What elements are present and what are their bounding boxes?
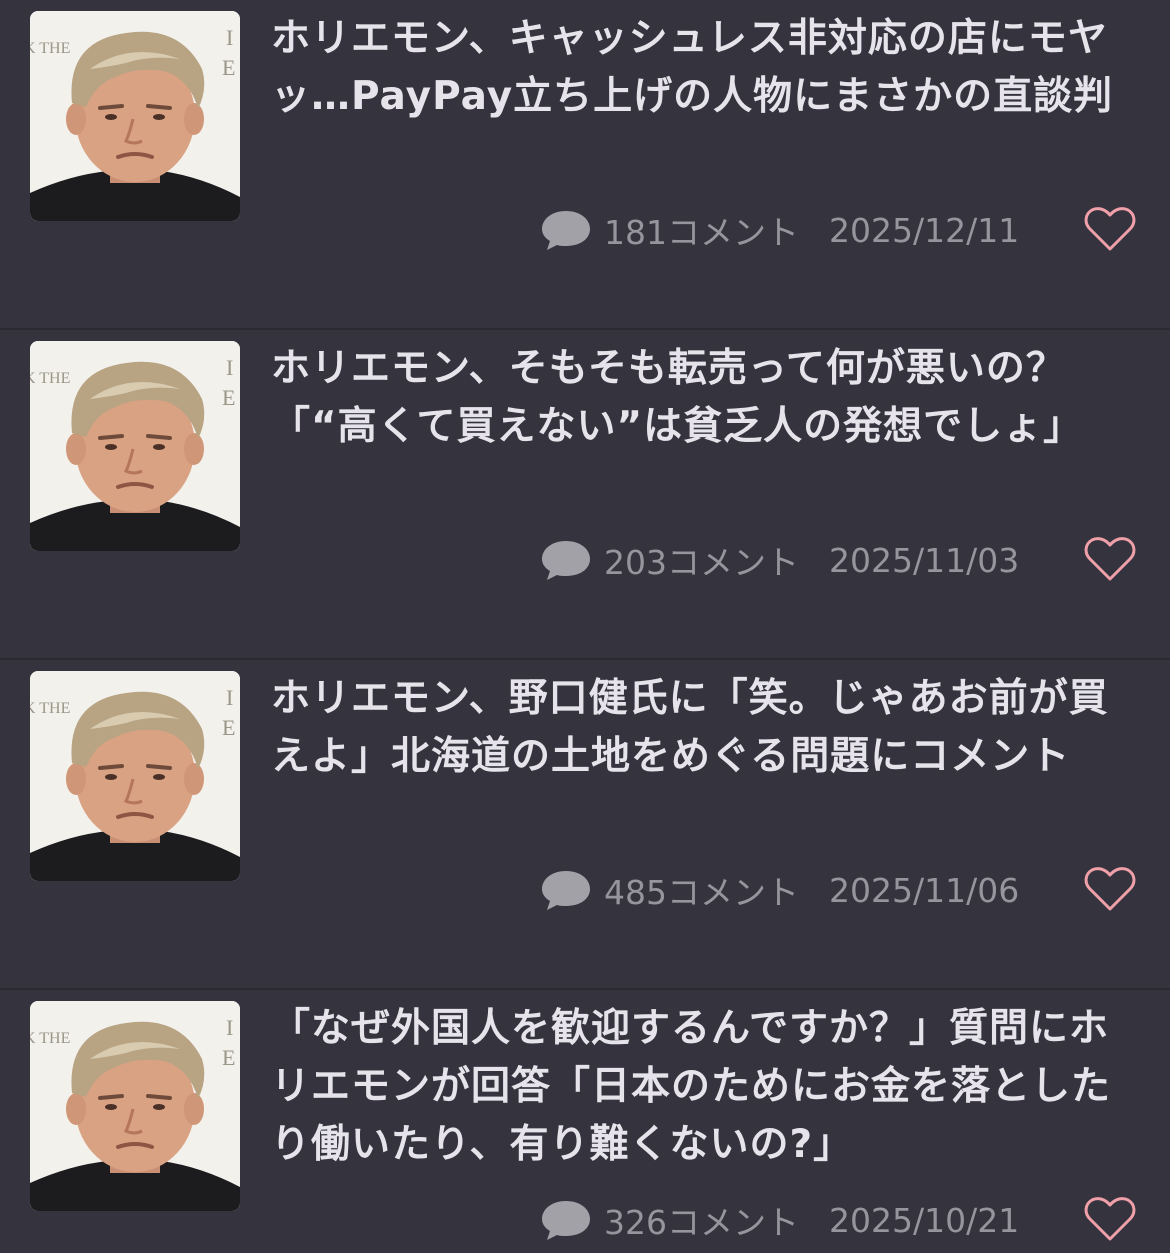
article-title[interactable]: ホリエモン、そもそも転売って何が悪いの？「“高くて買えない”は貧乏人の発想でしょ… (271, 340, 1141, 456)
article-item[interactable]: K THE I E ホリエモン、野口健氏に「笑。じゃあお前が買えよ」北海道の土地… (0, 660, 1170, 990)
heart-outline-icon[interactable] (1084, 1196, 1136, 1242)
article-title[interactable]: ホリエモン、キャッシュレス非対応の店にモヤッ…PayPay立ち上げの人物にまさか… (271, 10, 1141, 126)
article-date: 2025/12/11 (829, 210, 1020, 250)
person-photo: K THE I E (30, 1001, 240, 1211)
heart-outline-icon[interactable] (1084, 206, 1136, 252)
article-item[interactable]: K THE I E ホリエモン、キャッシュレス非対応の店にモヤッ…PayPay立… (0, 0, 1170, 330)
article-meta: 326コメント 2025/10/21 (540, 1192, 1140, 1248)
comment-bubble-icon (542, 211, 590, 250)
person-photo: K THE I E (30, 11, 240, 221)
svg-text:K THE: K THE (30, 40, 70, 57)
article-item[interactable]: K THE I E ホリエモン、そもそも転売って何が悪いの？「“高くて買えない”… (0, 330, 1170, 660)
article-thumbnail[interactable]: K THE I E (30, 671, 240, 881)
article-thumbnail[interactable]: K THE I E (30, 341, 240, 551)
comment-bubble-icon (542, 1201, 590, 1240)
svg-text:I: I (226, 685, 233, 710)
svg-text:I: I (226, 1015, 233, 1040)
svg-text:E: E (222, 715, 235, 740)
article-meta: 485コメント 2025/11/06 (540, 862, 1140, 918)
article-date: 2025/10/21 (829, 1200, 1020, 1240)
article-date: 2025/11/06 (829, 870, 1020, 910)
article-title[interactable]: ホリエモン、野口健氏に「笑。じゃあお前が買えよ」北海道の土地をめぐる問題にコメン… (271, 670, 1141, 786)
comment-count: 181コメント (604, 213, 799, 252)
svg-text:I: I (226, 25, 233, 50)
article-meta: 181コメント 2025/12/11 (540, 202, 1140, 258)
comment-bubble-icon (542, 871, 590, 910)
article-title[interactable]: 「なぜ外国人を歓迎するんですか？」質問にホリエモンが回答「日本のためにお金を落と… (271, 1000, 1141, 1174)
svg-text:K THE: K THE (30, 700, 70, 717)
svg-text:E: E (222, 55, 235, 80)
svg-text:I: I (226, 355, 233, 380)
article-item[interactable]: K THE I E 「なぜ外国人を歓迎するんですか？」質問にホリエモンが回答「日… (0, 990, 1170, 1253)
comment-bubble-icon (542, 541, 590, 580)
svg-text:E: E (222, 1045, 235, 1070)
heart-outline-icon[interactable] (1084, 866, 1136, 912)
article-date: 2025/11/03 (829, 540, 1020, 580)
comment-count: 326コメント (604, 1203, 799, 1242)
svg-text:K THE: K THE (30, 370, 70, 387)
person-photo: K THE I E (30, 671, 240, 881)
person-photo: K THE I E (30, 341, 240, 551)
comment-count: 485コメント (604, 873, 799, 912)
article-thumbnail[interactable]: K THE I E (30, 11, 240, 221)
svg-text:E: E (222, 385, 235, 410)
article-thumbnail[interactable]: K THE I E (30, 1001, 240, 1211)
article-meta: 203コメント 2025/11/03 (540, 532, 1140, 588)
comment-count: 203コメント (604, 543, 799, 582)
article-feed: K THE I E ホリエモン、キャッシュレス非対応の店にモヤッ…PayPay立… (0, 0, 1170, 1253)
heart-outline-icon[interactable] (1084, 536, 1136, 582)
svg-text:K THE: K THE (30, 1030, 70, 1047)
